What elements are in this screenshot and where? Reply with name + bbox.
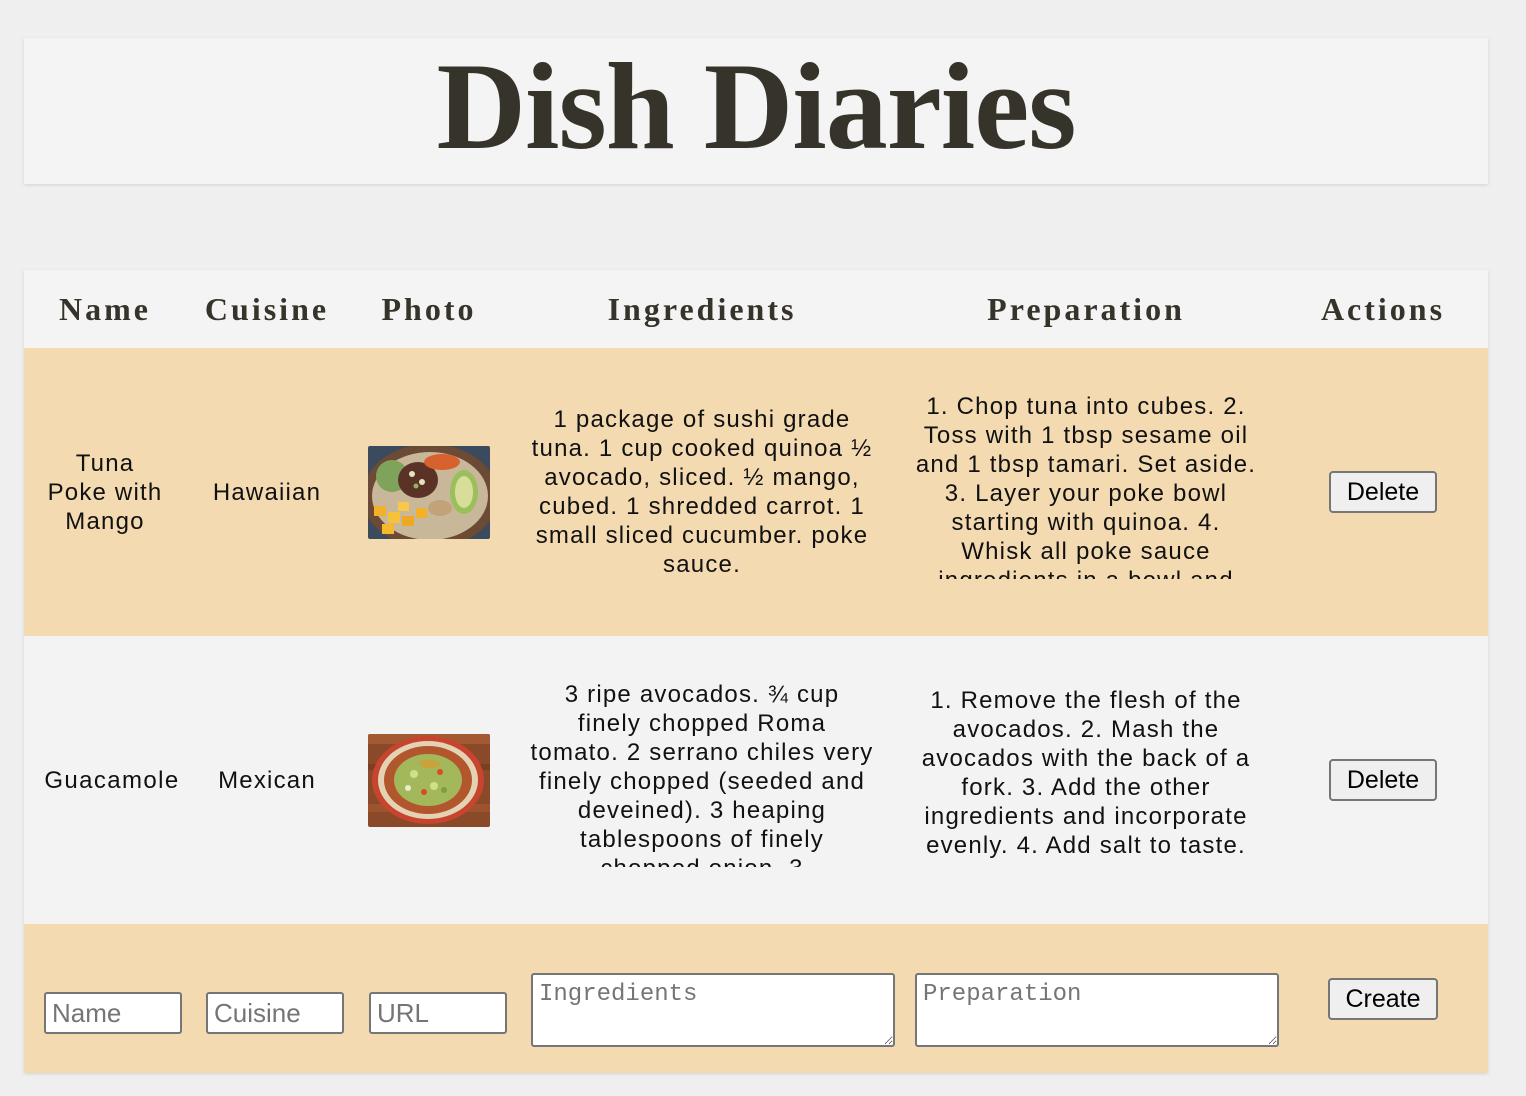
app-header: Dish Diaries <box>24 38 1488 184</box>
ingredients-cell: 3 ripe avocados. ¾ cup finely chopped Ro… <box>530 636 874 924</box>
create-recipe-form: Create <box>24 924 1488 1073</box>
preparation-cell: 1. Chop tuna into cubes. 2. Toss with 1 … <box>914 348 1258 636</box>
recipes-table: Name Cuisine Photo Ingredients Preparati… <box>24 270 1488 1073</box>
poke-bowl-photo <box>368 445 490 539</box>
name-input[interactable] <box>44 992 182 1034</box>
column-header-ingredients: Ingredients <box>607 290 797 327</box>
column-header-photo: Photo <box>381 290 477 327</box>
recipe-preparation: 1. Remove the flesh of the avocados. 2. … <box>921 687 1251 859</box>
photo-cell <box>348 348 510 636</box>
column-header-cuisine: Cuisine <box>204 290 330 327</box>
guacamole-image <box>368 733 490 827</box>
recipe-name: Tuna Poke with Mango <box>47 449 163 535</box>
photo-url-input[interactable] <box>369 992 507 1034</box>
guacamole-plate-photo <box>368 733 490 827</box>
delete-button[interactable]: Delete <box>1329 759 1437 801</box>
preparation-cell: 1. Remove the flesh of the avocados. 2. … <box>914 636 1258 924</box>
recipe-name: Guacamole <box>44 766 180 794</box>
column-header-name: Name <box>59 290 151 327</box>
ingredients-textarea[interactable] <box>531 973 895 1047</box>
ingredients-cell: 1 package of sushi grade tuna. 1 cup coo… <box>530 348 874 636</box>
preparation-textarea[interactable] <box>915 973 1279 1047</box>
create-button[interactable]: Create <box>1328 978 1438 1020</box>
column-header-preparation: Preparation <box>987 290 1185 327</box>
recipe-cuisine: Mexican <box>218 766 316 794</box>
actions-cell: Delete <box>1278 636 1488 924</box>
column-header-actions: Actions <box>1320 290 1446 327</box>
app-title: Dish Diaries <box>436 38 1077 175</box>
recipe-ingredients: 1 package of sushi grade tuna. 1 cup coo… <box>531 406 873 578</box>
poke-bowl-image <box>368 445 490 539</box>
recipe-cuisine: Hawaiian <box>212 478 322 506</box>
cuisine-input[interactable] <box>206 992 344 1034</box>
photo-cell <box>348 636 510 924</box>
table-header: Name Cuisine Photo Ingredients Preparati… <box>24 270 1488 348</box>
delete-button[interactable]: Delete <box>1329 471 1437 513</box>
recipe-preparation: 1. Chop tuna into cubes. 2. Toss with 1 … <box>915 392 1257 579</box>
table-row: Tuna Poke with Mango Hawaiian 1 package … <box>24 348 1488 636</box>
actions-cell: Delete <box>1278 348 1488 636</box>
table-row: Guacamole Mexican 3 ripe avocados. ¾ cup… <box>24 636 1488 924</box>
recipe-ingredients: 3 ripe avocados. ¾ cup finely chopped Ro… <box>530 680 874 867</box>
